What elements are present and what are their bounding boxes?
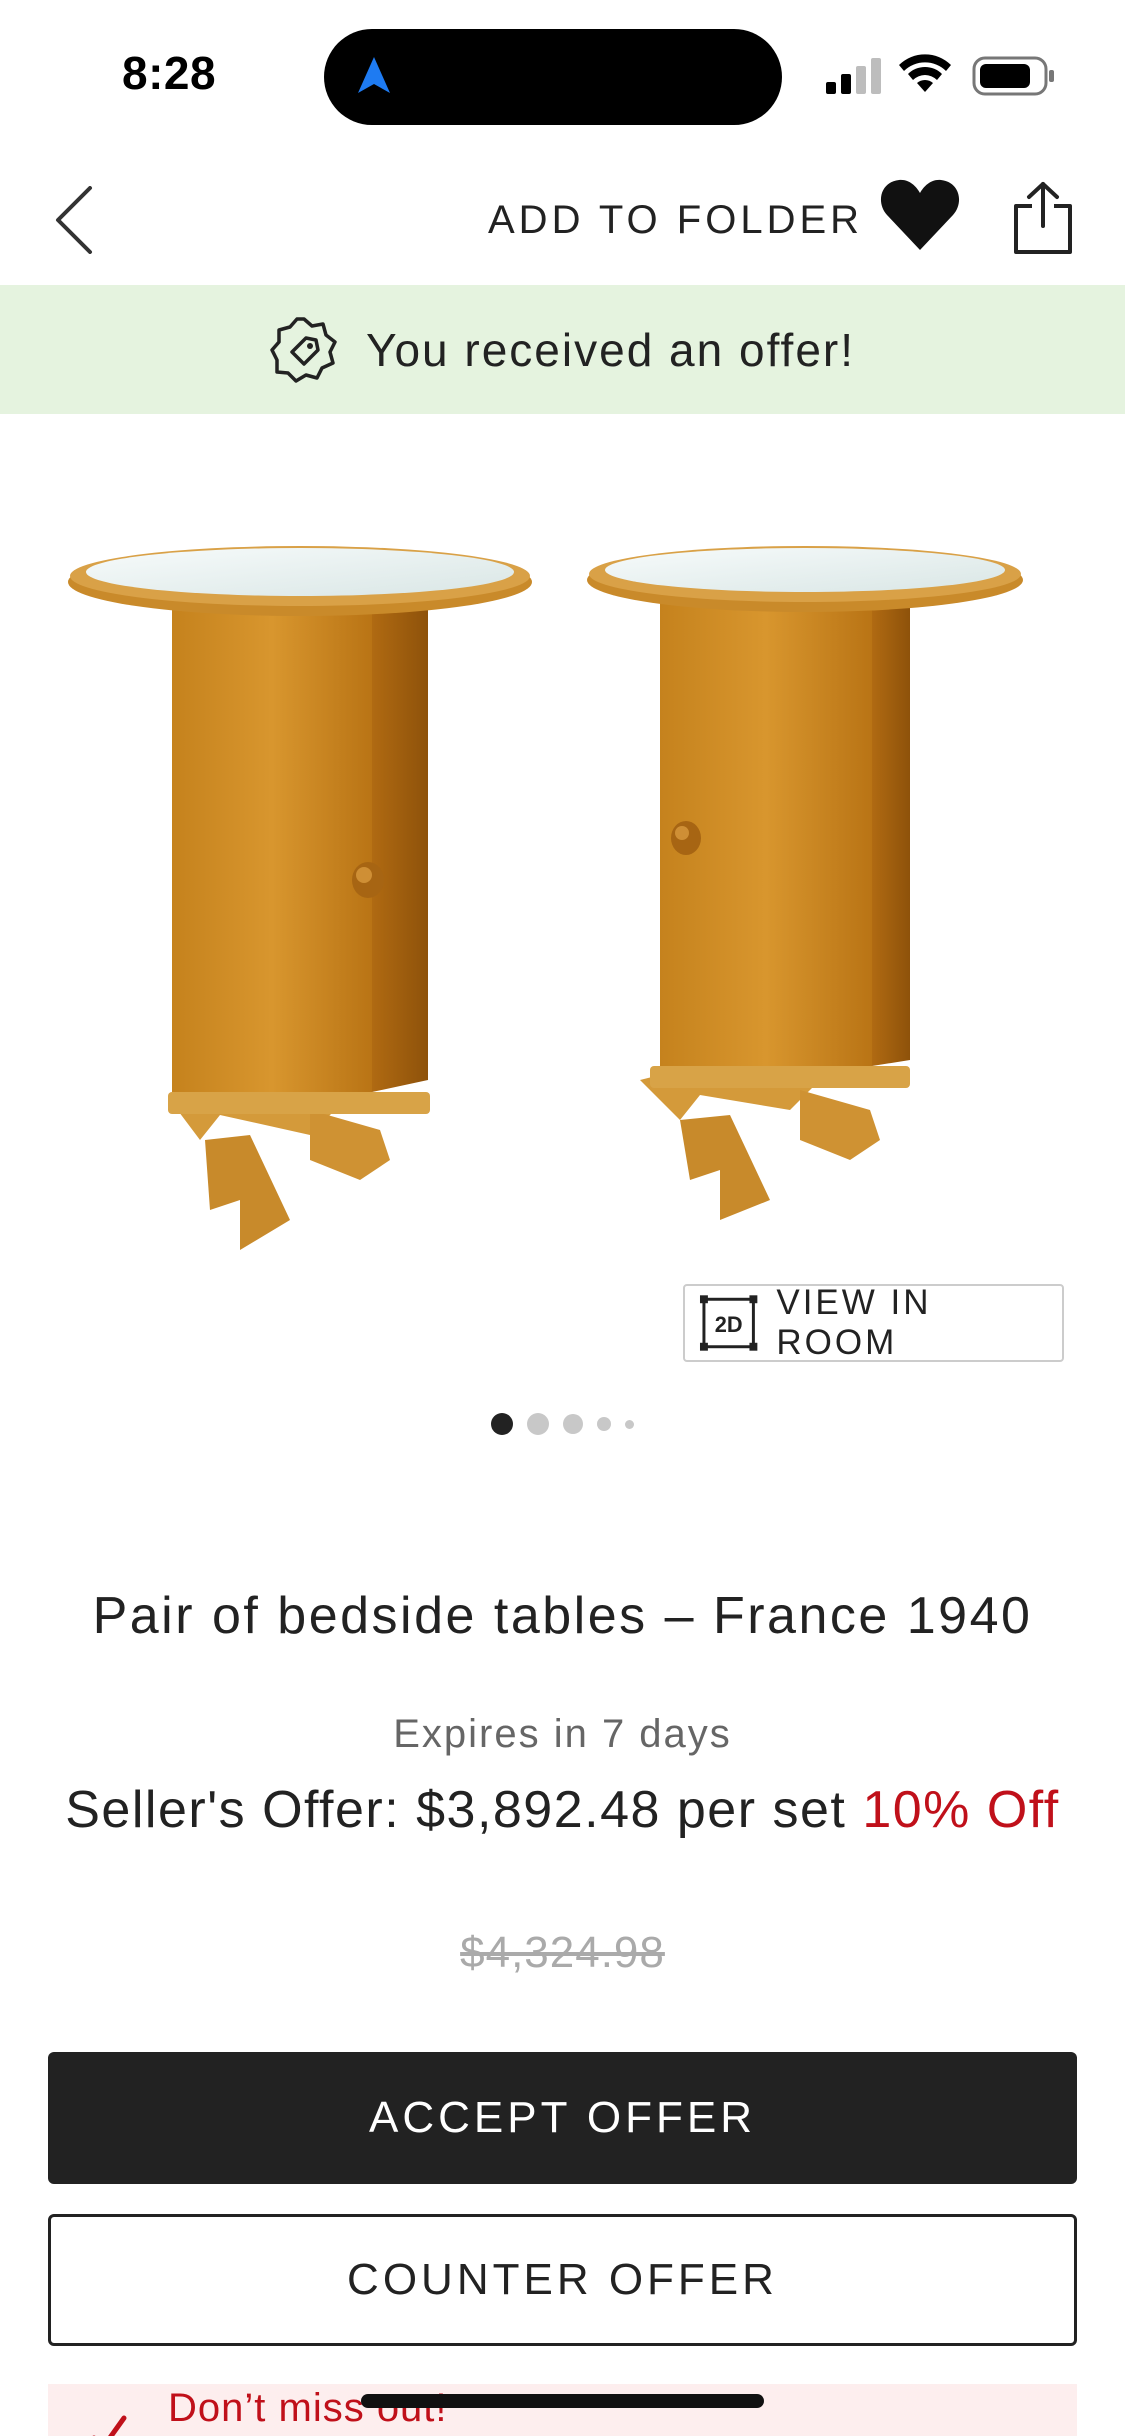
view-in-room-label: VIEW IN ROOM xyxy=(776,1283,932,1362)
status-bar: 8:28 xyxy=(0,0,1125,150)
offer-expiry: Expires in 7 days xyxy=(393,1712,732,1756)
product-image[interactable] xyxy=(60,520,1050,1260)
carousel-dot-1[interactable] xyxy=(491,1413,513,1435)
back-button[interactable] xyxy=(44,182,104,258)
carousel-dot-4[interactable] xyxy=(597,1417,611,1431)
dynamic-island xyxy=(324,29,782,125)
original-price: $4,324.98 xyxy=(460,1928,665,1977)
dont-miss-out-notice: Don’t miss out! xyxy=(48,2384,1077,2436)
share-icon xyxy=(1014,182,1072,254)
location-arrow-icon xyxy=(358,57,390,93)
cellular-signal-icon xyxy=(826,58,881,94)
battery-icon xyxy=(972,56,1054,96)
offer-banner: You received an offer! xyxy=(0,285,1125,414)
seller-offer: Seller's Offer: $3,892.48 per set 10% Of… xyxy=(60,1772,1065,1848)
seller-offer-price: Seller's Offer: $3,892.48 per set xyxy=(65,1781,847,1839)
notice-text: Don’t miss out! xyxy=(168,2386,448,2430)
offer-banner-text: You received an offer! xyxy=(366,323,855,376)
2d-view-icon: 2D xyxy=(699,1295,758,1351)
home-indicator xyxy=(361,2394,764,2408)
status-time: 8:28 xyxy=(122,47,217,99)
accept-offer-button[interactable]: ACCEPT OFFER xyxy=(48,2052,1077,2184)
offer-tag-icon xyxy=(270,316,337,383)
top-navigation: ADD TO FOLDER xyxy=(0,150,1125,285)
product-title: Pair of bedside tables – France 1940 xyxy=(92,1587,1033,1645)
carousel-dot-5[interactable] xyxy=(625,1419,634,1429)
right-table xyxy=(587,546,1023,1220)
counter-offer-button[interactable]: COUNTER OFFER xyxy=(48,2214,1077,2346)
add-to-folder-button[interactable]: ADD TO FOLDER xyxy=(488,198,863,243)
share-button[interactable] xyxy=(1010,180,1076,261)
discount-label: 10% Off xyxy=(862,1781,1060,1839)
carousel-dot-3[interactable] xyxy=(563,1414,583,1434)
chevron-left-icon xyxy=(56,186,92,254)
view-in-room-button[interactable]: 2D VIEW IN ROOM xyxy=(683,1283,1064,1362)
heart-icon xyxy=(880,179,960,250)
2d-badge-text: 2D xyxy=(715,1312,743,1337)
checkmark-icon xyxy=(92,2415,127,2436)
carousel-dots[interactable] xyxy=(0,1412,1125,1436)
favorite-button[interactable] xyxy=(880,176,960,257)
wifi-icon xyxy=(899,54,951,92)
carousel-dot-2[interactable] xyxy=(527,1413,549,1435)
left-table xyxy=(68,546,532,1250)
